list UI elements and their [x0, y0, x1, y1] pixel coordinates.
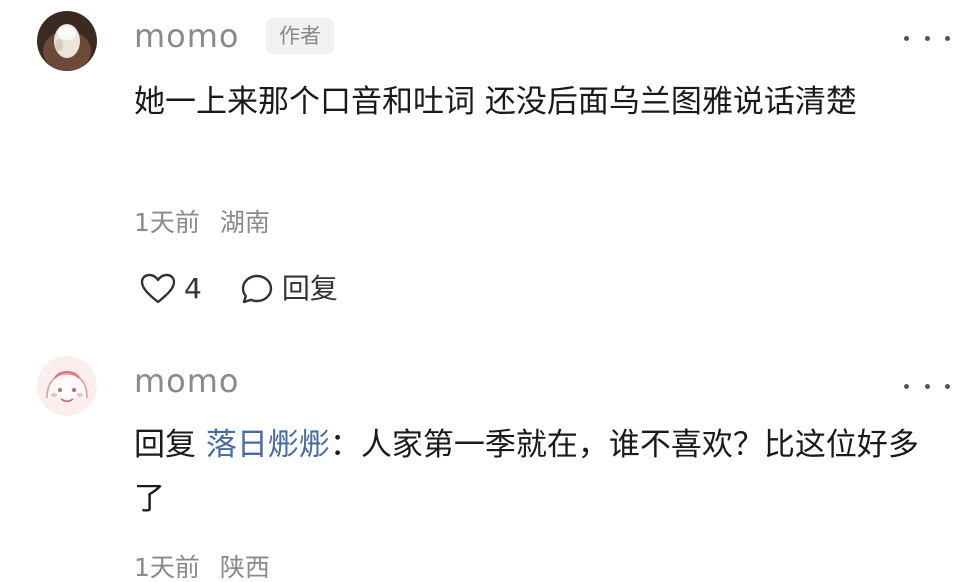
- reply-label: 回复: [281, 272, 338, 305]
- more-options-button[interactable]: [904, 376, 950, 396]
- avatar-image: [37, 356, 97, 416]
- comment-item: momo 作者 她一上来那个口音和吐词 还没后面乌兰图雅说话清楚 1天前 湖南 …: [0, 0, 960, 320]
- comment-time: 1天前: [134, 208, 200, 237]
- reply-target-username[interactable]: 落日烿烿: [206, 427, 330, 463]
- comment-time: 1天前: [134, 553, 200, 582]
- comment-text: 她一上来那个口音和吐词 还没后面乌兰图雅说话清楚: [134, 84, 857, 120]
- comment-text: 回复 落日烿烿：人家第一季就在，谁不喜欢？比这位好多了: [134, 418, 934, 526]
- avatar[interactable]: [37, 11, 97, 71]
- comment-location: 陕西: [219, 553, 270, 582]
- comment-actions: 4 回复: [140, 272, 338, 306]
- reply-button[interactable]: 回复: [240, 272, 338, 306]
- comment-meta: 1天前 湖南: [134, 210, 270, 235]
- like-button[interactable]: 4: [140, 273, 202, 305]
- more-dot-icon: [924, 383, 930, 389]
- like-count: 4: [184, 272, 202, 305]
- avatar[interactable]: [37, 356, 97, 416]
- more-dot-icon: [924, 35, 930, 41]
- comment-item: momo 回复 落日烿烿：人家第一季就在，谁不喜欢？比这位好多了 1天前 陕西: [0, 340, 960, 580]
- comment-bubble-icon: [241, 274, 273, 304]
- more-dot-icon: [945, 35, 950, 41]
- username[interactable]: momo: [134, 365, 240, 397]
- avatar-image: [37, 11, 97, 71]
- more-dot-icon: [945, 383, 950, 389]
- heart-icon: [140, 273, 176, 304]
- more-options-button[interactable]: [904, 28, 950, 48]
- reply-prefix: 回复: [134, 427, 196, 463]
- more-dot-icon: [904, 383, 909, 389]
- comment-meta: 1天前 陕西: [134, 555, 270, 580]
- comment-location: 湖南: [219, 208, 270, 237]
- author-badge: 作者: [266, 18, 334, 54]
- username[interactable]: momo: [134, 20, 240, 52]
- more-dot-icon: [904, 35, 909, 41]
